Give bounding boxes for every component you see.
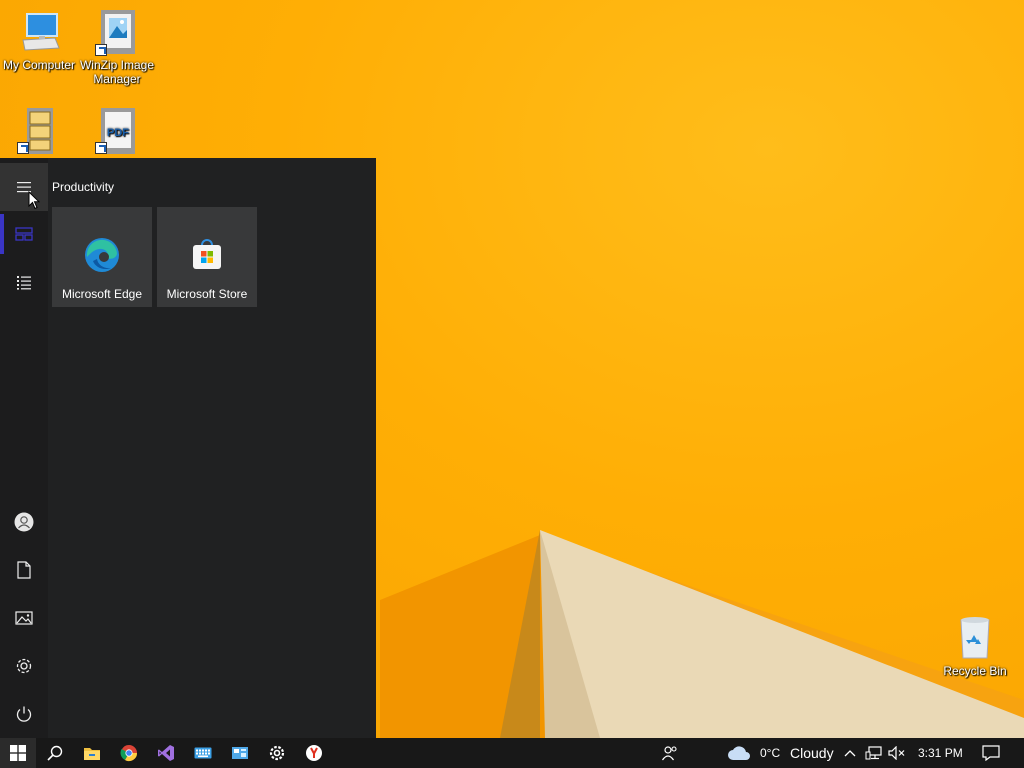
people-button[interactable] [652,738,688,768]
all-tiles-icon [15,227,33,241]
clock[interactable]: 3:31 PM [918,738,963,768]
pictures-icon [15,611,33,625]
tile-label: Microsoft Store [166,287,248,301]
taskbar-settings[interactable] [259,738,295,768]
mouse-cursor-icon [28,191,40,210]
start-rail [0,158,48,738]
documents-button[interactable] [0,546,48,594]
tile-label: Microsoft Edge [61,287,143,301]
file-explorer-icon [84,748,100,760]
settings-icon [16,658,32,674]
shortcut-arrow-icon [95,44,107,56]
volume-muted-icon [888,746,905,760]
start-menu: Productivity Microsoft Edge Microsoft St… [0,158,376,738]
taskbar-control-panel[interactable] [222,738,258,768]
weather-widget[interactable]: 0°C Cloudy [722,738,840,768]
tile-microsoft-store[interactable]: Microsoft Store [157,207,257,307]
pictures-button[interactable] [0,594,48,642]
taskbar-visual-studio[interactable] [148,738,184,768]
winzip-icon [15,106,63,154]
settings-icon [269,745,285,761]
notifications-icon [982,745,1000,761]
weather-condition: Cloudy [790,745,834,761]
control-panel-icon [232,747,248,759]
search-icon [47,745,63,761]
chrome-icon [120,745,138,762]
app-list-icon [17,276,31,290]
settings-button[interactable] [0,642,48,690]
yandex-icon [306,745,322,761]
cloudy-weather-icon [728,746,750,760]
show-hidden-icons-button[interactable] [841,738,859,768]
pinned-tiles-button[interactable] [0,210,48,258]
taskbar-file-explorer[interactable] [74,738,110,768]
desktop-icon-label: WinZip Image Manager [79,58,155,86]
desktop-icon-pdf[interactable]: PDF [78,106,156,156]
edge-icon [85,238,119,272]
volume-button[interactable] [886,738,908,768]
svg-text:PDF: PDF [107,127,129,139]
start-button[interactable] [0,738,36,768]
weather-temperature: 0°C [760,746,781,760]
desktop-icon-label: My Computer [2,58,76,72]
keyboard-icon [194,747,212,759]
recycle-bin-icon [951,614,999,662]
taskbar-keyboard-app[interactable] [185,738,221,768]
desktop-icon-winzip[interactable] [0,106,78,156]
search-button[interactable] [37,738,73,768]
store-icon [193,239,221,269]
shortcut-arrow-icon [95,142,107,154]
user-icon [14,512,34,532]
shortcut-arrow-icon [17,142,29,154]
action-center-button[interactable] [974,738,1008,768]
pdf-icon: PDF [93,106,141,154]
desktop-icon-label: Recycle Bin [943,664,1007,678]
people-icon [662,746,677,761]
chevron-up-icon [844,750,856,757]
visual-studio-icon [158,745,174,761]
documents-icon [17,561,31,579]
tile-group-title[interactable]: Productivity [52,180,114,194]
taskbar-yandex[interactable] [296,738,332,768]
desktop-icon-winzip-image-manager[interactable]: WinZip Image Manager [78,8,156,86]
start-icon [10,745,26,761]
user-account-button[interactable] [0,498,48,546]
computer-icon [15,8,63,56]
desktop-icon-recycle-bin[interactable]: Recycle Bin [936,614,1014,678]
network-icon [865,746,882,760]
network-button[interactable] [862,738,886,768]
tile-microsoft-edge[interactable]: Microsoft Edge [52,207,152,307]
expand-menu-button[interactable] [0,163,48,211]
winzip-image-icon [93,8,141,56]
power-button[interactable] [0,690,48,738]
taskbar: 0°C Cloudy 3:31 PM [0,738,1024,768]
desktop-icon-my-computer[interactable]: My Computer [0,8,78,72]
all-apps-button[interactable] [0,258,48,306]
taskbar-chrome[interactable] [111,738,147,768]
power-icon [16,706,32,722]
